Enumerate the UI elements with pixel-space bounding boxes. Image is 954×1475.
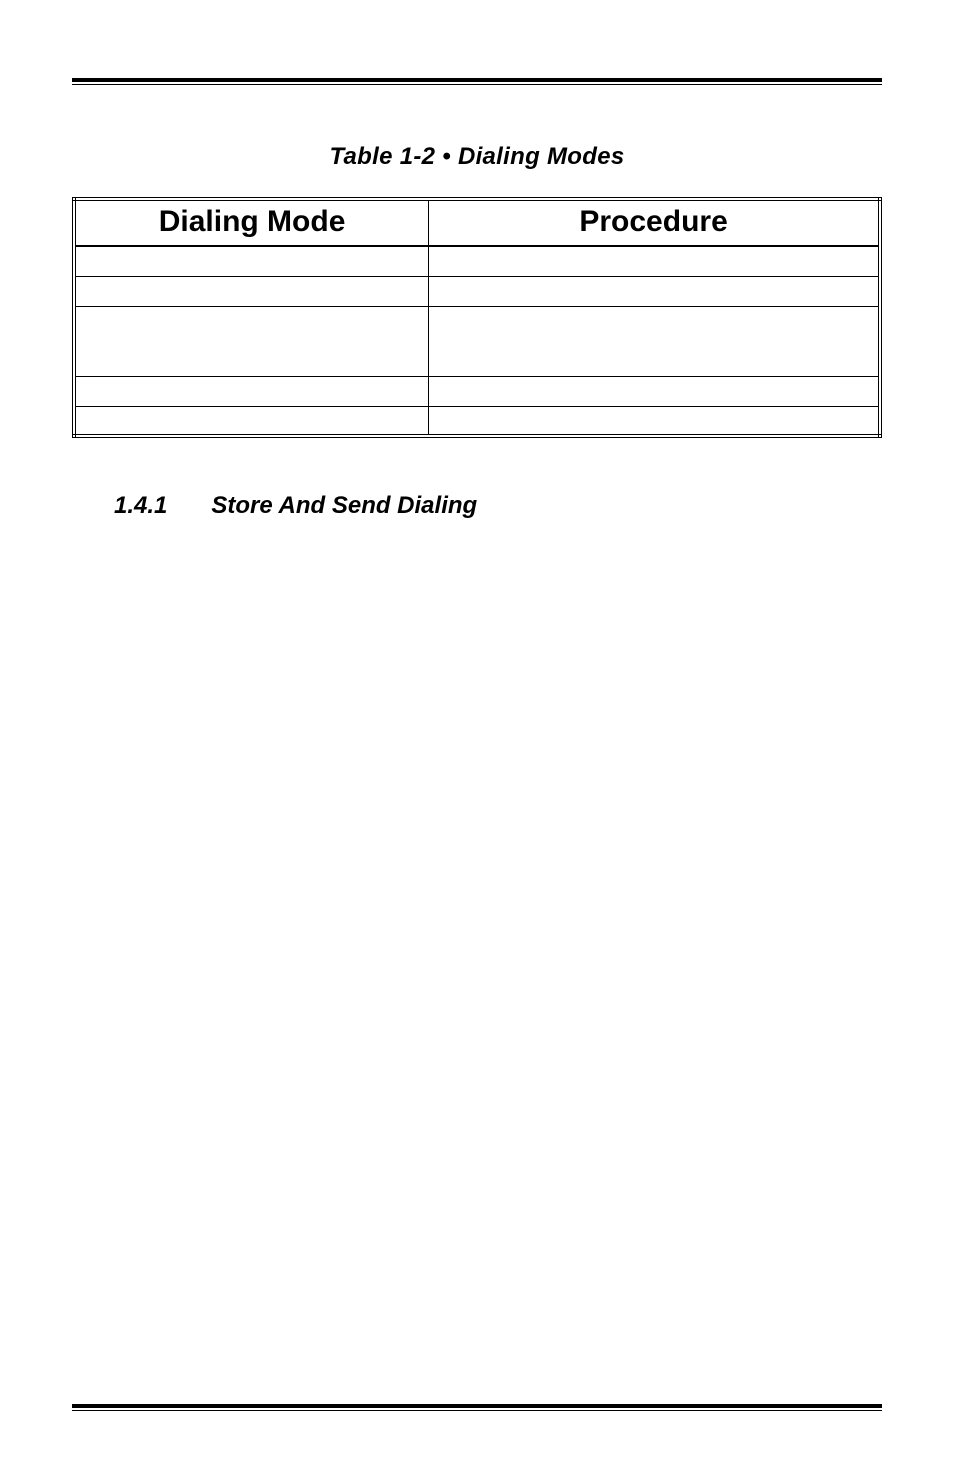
- dialing-modes-table: Dialing Mode Procedure: [72, 197, 882, 438]
- table-cell-procedure: [429, 376, 880, 406]
- table-cell-procedure: [429, 276, 880, 306]
- table-header-row: Dialing Mode Procedure: [74, 199, 880, 246]
- table-cell-procedure: [429, 246, 880, 276]
- table-cell-procedure: [429, 306, 880, 376]
- section-number: 1.4.1: [114, 492, 167, 520]
- table-row: [74, 406, 880, 436]
- table-cell-mode: [74, 406, 429, 436]
- bottom-rule-group: [72, 1404, 882, 1411]
- table-row: [74, 246, 880, 276]
- table-header-mode: Dialing Mode: [74, 199, 429, 246]
- bottom-rule-thin: [72, 1410, 882, 1411]
- table-cell-procedure: [429, 406, 880, 436]
- section-title: Store And Send Dialing: [211, 492, 477, 520]
- table-cell-mode: [74, 246, 429, 276]
- table-caption: Table 1-2 • Dialing Modes: [72, 143, 882, 171]
- table-header-procedure: Procedure: [429, 199, 880, 246]
- section-heading: 1.4.1 Store And Send Dialing: [72, 492, 882, 520]
- table-row: [74, 276, 880, 306]
- table-cell-mode: [74, 376, 429, 406]
- bottom-rule-thick: [72, 1404, 882, 1408]
- table-row: [74, 376, 880, 406]
- top-rule-thin: [72, 84, 882, 85]
- top-rule-group: [72, 78, 882, 85]
- table-row: [74, 306, 880, 376]
- table-cell-mode: [74, 276, 429, 306]
- top-rule-thick: [72, 78, 882, 82]
- table-cell-mode: [74, 306, 429, 376]
